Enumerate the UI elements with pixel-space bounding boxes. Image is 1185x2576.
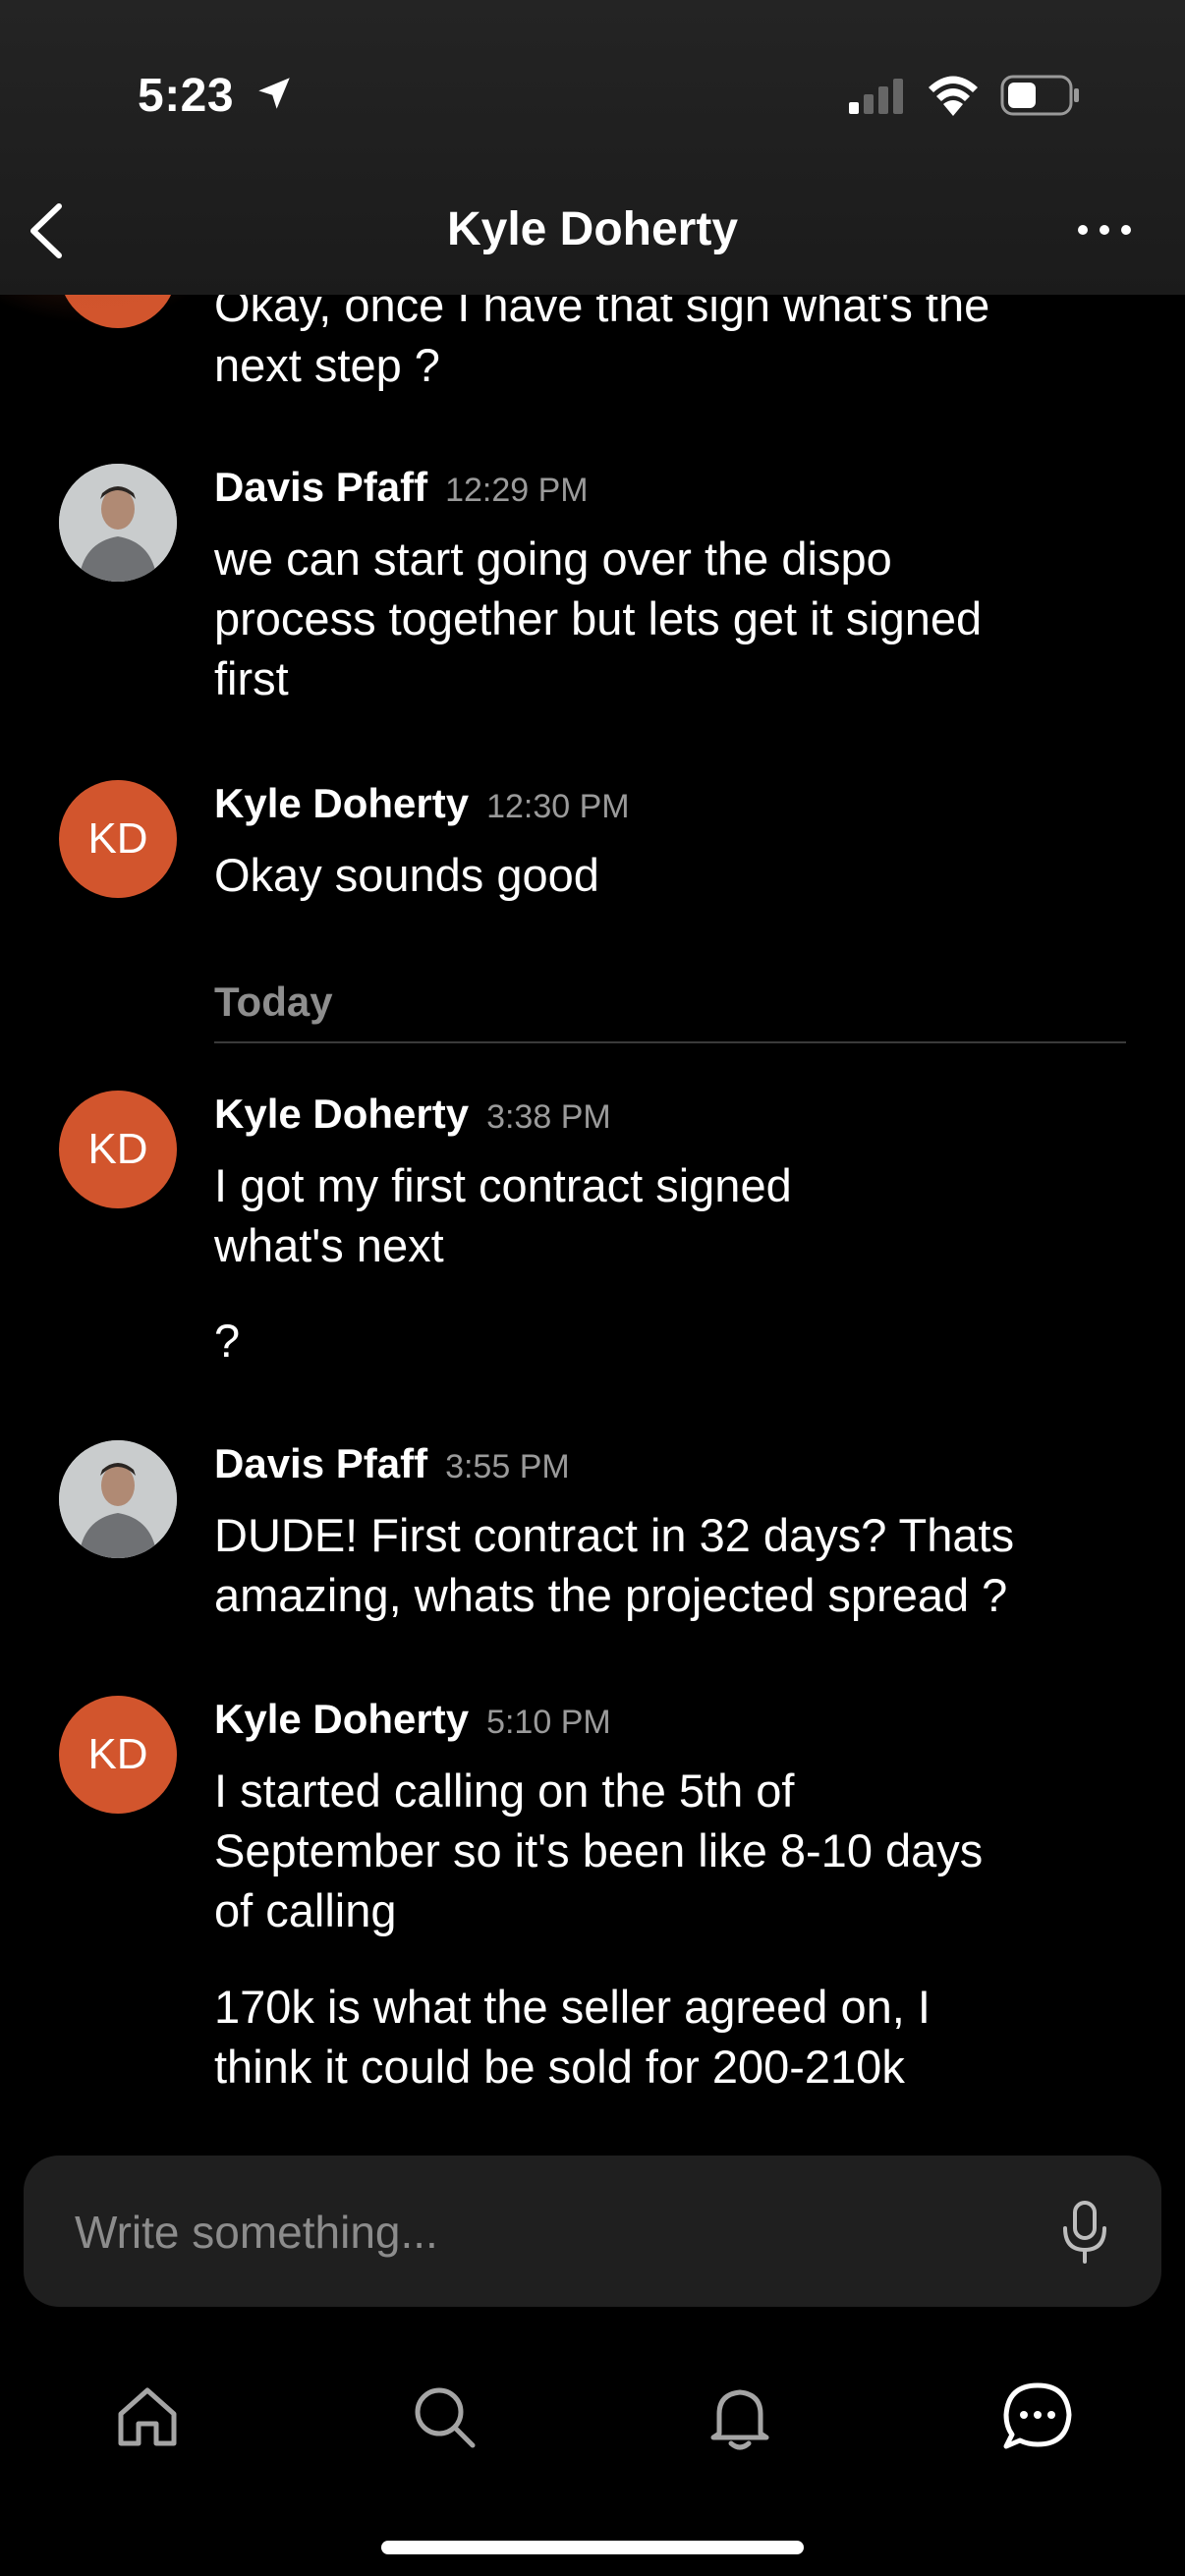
message-body: ? [214,1311,1099,1371]
avatar-photo [59,464,177,582]
message-line: I got my first contract signed [214,1159,792,1211]
microphone-icon[interactable] [1055,2197,1114,2266]
author-name[interactable]: Kyle Doherty [214,1091,469,1137]
author-name[interactable]: Davis Pfaff [214,464,427,510]
conversation-title[interactable]: Kyle Doherty [0,202,1185,256]
message-line: ? [214,1315,241,1367]
search-icon [415,2387,476,2448]
message-author: Davis Pfaff 12:29 PM [214,464,589,511]
message-body: DUDE! First contract in 32 days? Thats a… [214,1505,1099,1625]
location-arrow-icon [258,78,290,109]
message-line: next step ? [214,339,440,391]
home-indicator[interactable] [381,2541,804,2554]
avatar[interactable] [59,464,177,582]
message-line: think it could be sold for 200-210k [214,2041,905,2093]
status-time: 5:23 [138,70,235,122]
author-name[interactable]: Kyle Doherty [214,1696,469,1742]
message-line: 170k is what the seller agreed on, I [214,1981,931,2033]
message-input[interactable] [73,2195,1020,2269]
message-author: Kyle Doherty 5:10 PM [214,1696,611,1743]
tab-messages[interactable] [979,2358,1097,2476]
message-line: what's next [214,1219,444,1271]
message-timestamp: 3:55 PM [445,1448,570,1485]
avatar[interactable]: KD [59,780,177,898]
message-composer [24,2156,1161,2307]
avatar[interactable] [59,1440,177,1558]
avatar-photo [59,1440,177,1558]
tab-search[interactable] [385,2358,503,2476]
message-body: 170k is what the seller agreed on, I thi… [214,1977,1099,2097]
author-name[interactable]: Kyle Doherty [214,780,469,826]
message-line: we can start going over the dispo [214,532,892,585]
author-name[interactable]: Davis Pfaff [214,1440,427,1486]
message-author: Davis Pfaff 3:55 PM [214,1440,570,1487]
cellular-signal-icon [849,79,903,114]
message-body: Okay sounds good [214,845,1099,905]
message-timestamp: 3:38 PM [486,1098,611,1136]
avatar[interactable]: KD [59,1091,177,1208]
message-line: I started calling on the 5th of [214,1764,795,1817]
more-options-icon[interactable] [1075,218,1134,242]
message-body: I got my first contract signed what's ne… [214,1155,1099,1275]
message-timestamp: 12:30 PM [486,788,630,825]
message-line: process together but lets get it signed [214,592,983,644]
wifi-icon [929,76,978,116]
message-line: of calling [214,1884,397,1936]
message-timestamp: 5:10 PM [486,1704,611,1741]
chat-thread[interactable]: Okay, once I have that sign what's the n… [0,0,1185,2152]
message-line: Okay sounds good [214,849,599,901]
day-divider-label: Today [214,979,333,1025]
tab-notifications[interactable] [681,2358,799,2476]
day-divider: Today [214,973,1126,1043]
avatar[interactable]: KD [59,1696,177,1814]
message-line: September so it's been like 8-10 days [214,1824,984,1876]
tab-bar [0,2338,1185,2486]
nav-header: 5:23 Kyle Doherty [0,0,1185,295]
chat-icon [1003,2382,1072,2449]
message-author: Kyle Doherty 3:38 PM [214,1091,611,1138]
home-icon [118,2387,177,2446]
message-timestamp: 12:29 PM [445,472,589,509]
message-line: amazing, whats the projected spread ? [214,1569,1008,1621]
tab-home[interactable] [88,2358,206,2476]
message-line: first [214,652,289,704]
message-author: Kyle Doherty 12:30 PM [214,780,630,827]
message-line: DUDE! First contract in 32 days? Thats [214,1509,1015,1561]
battery-icon [1000,75,1079,116]
message-body: we can start going over the dispo proces… [214,529,1099,708]
bell-icon [710,2389,769,2450]
message-body: I started calling on the 5th of Septembe… [214,1761,1099,1940]
